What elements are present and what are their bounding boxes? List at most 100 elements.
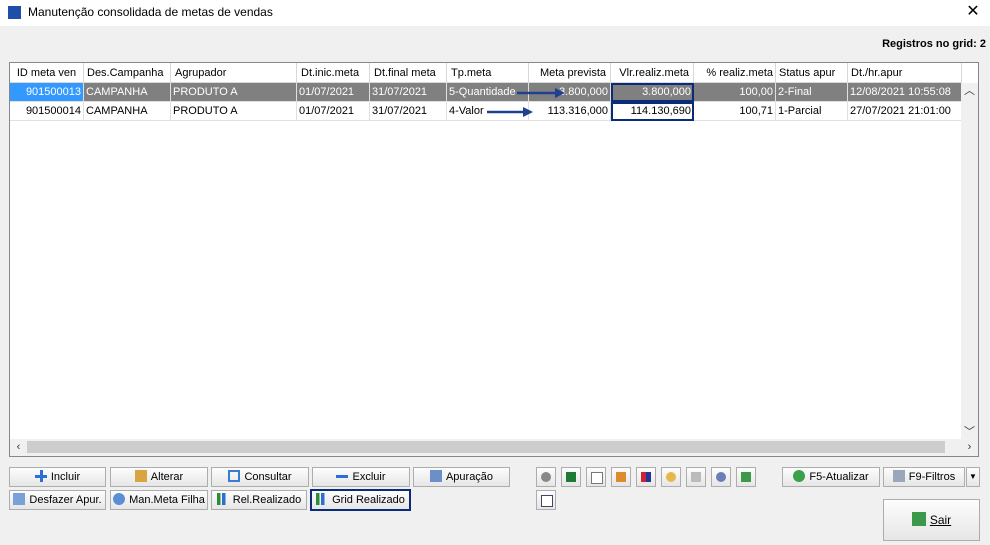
registros-count: Registros no grid: 2 <box>882 38 986 50</box>
cell-dt-final[interactable]: 31/07/2021 <box>370 83 447 102</box>
cell-meta-prevista[interactable]: 113.316,000 <box>529 102 611 121</box>
col-header-dt-inic[interactable]: Dt.inic.meta <box>297 63 370 83</box>
settings-icon <box>716 472 726 482</box>
exit-icon <box>911 512 926 526</box>
edit-icon <box>134 470 147 482</box>
horizontal-scrollbar[interactable]: ‹ › <box>10 439 978 456</box>
title-bar: Manutenção consolidada de metas de venda… <box>0 0 990 26</box>
man-meta-filha-button[interactable]: Man.Meta Filha <box>110 490 208 510</box>
app-icon <box>8 6 21 19</box>
col-header-tp-meta[interactable]: Tp.meta <box>447 63 529 83</box>
filtros-button[interactable]: F9-Filtros <box>883 467 965 487</box>
cell-status[interactable]: 1-Parcial <box>776 102 848 121</box>
columns-icon <box>641 472 651 482</box>
incluir-button[interactable]: Incluir <box>9 467 106 487</box>
atualizar-button[interactable]: F5-Atualizar <box>782 467 880 487</box>
annotation-arrow-icon <box>487 107 533 117</box>
scroll-right-icon[interactable]: › <box>961 439 978 456</box>
man-meta-filha-label: Man.Meta Filha <box>129 494 205 506</box>
col-header-dt-final[interactable]: Dt.final meta <box>370 63 447 83</box>
col-header-agrupador[interactable]: Agrupador <box>171 63 297 83</box>
col-header-status[interactable]: Status apur <box>776 63 848 83</box>
report-button[interactable] <box>611 467 631 487</box>
scroll-up-icon[interactable]: ︿ <box>961 83 978 100</box>
filter-icon <box>892 470 905 482</box>
cell-dt-apur[interactable]: 27/07/2021 21:01:00 <box>848 102 962 121</box>
undo-icon <box>13 493 26 505</box>
excel-icon <box>566 472 576 482</box>
cell-dt-final[interactable]: 31/07/2021 <box>370 102 447 121</box>
document-icon <box>591 472 603 484</box>
cell-dt-apur[interactable]: 12/08/2021 10:55:08 <box>848 83 962 102</box>
grid-realizado-button[interactable]: Grid Realizado <box>310 489 411 511</box>
cell-agrupador[interactable]: PRODUTO A <box>171 83 297 102</box>
columns-button[interactable] <box>636 467 656 487</box>
rel-realizado-button[interactable]: Rel.Realizado <box>211 490 307 510</box>
cell-campanha[interactable]: CAMPANHA <box>84 102 171 121</box>
chart-icon <box>316 493 329 505</box>
desfazer-apur-button[interactable]: Desfazer Apur. <box>9 490 106 510</box>
col-header-campanha[interactable]: Des.Campanha <box>84 63 171 83</box>
data-grid[interactable]: ID meta ven Des.Campanha Agrupador Dt.in… <box>9 62 979 457</box>
cell-pct-realiz[interactable]: 100,71 <box>694 102 776 121</box>
cell-id[interactable]: 901500014 <box>10 102 84 121</box>
incluir-label: Incluir <box>50 471 81 483</box>
checklist-button[interactable] <box>536 490 556 510</box>
minus-icon <box>336 470 349 482</box>
cell-id[interactable]: 901500013 <box>10 83 84 102</box>
col-header-meta-prevista[interactable]: Meta prevista <box>529 63 611 83</box>
excel-button[interactable] <box>561 467 581 487</box>
col-header-vlr-realiz[interactable]: Vlr.realiz.meta <box>611 63 694 83</box>
chevron-down-icon: ▼ <box>969 472 977 481</box>
document-button[interactable] <box>586 467 606 487</box>
sair-label: Sair <box>929 513 952 527</box>
annotation-arrow-icon <box>517 88 565 98</box>
chart-icon <box>216 493 229 505</box>
apuracao-label: Apuração <box>445 471 494 483</box>
checklist-icon <box>541 495 553 507</box>
export-icon <box>541 472 551 482</box>
palette-button[interactable] <box>661 467 681 487</box>
print-button[interactable] <box>686 467 706 487</box>
alterar-button[interactable]: Alterar <box>110 467 208 487</box>
plus-icon <box>34 470 47 482</box>
close-icon[interactable]: ✕ <box>962 1 984 23</box>
cell-pct-realiz[interactable]: 100,00 <box>694 83 776 102</box>
col-header-id[interactable]: ID meta ven <box>10 63 84 83</box>
print-icon <box>691 472 701 482</box>
settings-button[interactable] <box>711 467 731 487</box>
excluir-button[interactable]: Excluir <box>312 467 410 487</box>
consultar-button[interactable]: Consultar <box>211 467 309 487</box>
scroll-left-icon[interactable]: ‹ <box>10 439 27 456</box>
col-header-dt-apur[interactable]: Dt./hr.apur <box>848 63 962 83</box>
refresh-icon <box>113 493 126 505</box>
atualizar-label: F5-Atualizar <box>809 471 869 483</box>
cell-agrupador[interactable]: PRODUTO A <box>171 102 297 121</box>
excluir-label: Excluir <box>352 471 386 483</box>
palette-icon <box>666 472 676 482</box>
vertical-scrollbar[interactable]: ︿ ﹀ <box>961 83 978 441</box>
horizontal-scroll-thumb[interactable] <box>27 441 945 453</box>
report-icon <box>616 472 626 482</box>
cell-status[interactable]: 2-Final <box>776 83 848 102</box>
grid-realizado-label: Grid Realizado <box>332 494 405 506</box>
sair-button[interactable]: Sair <box>883 499 980 541</box>
cell-dt-inic[interactable]: 01/07/2021 <box>297 83 370 102</box>
alterar-label: Alterar <box>150 471 184 483</box>
search-icon <box>228 470 241 482</box>
desfazer-label: Desfazer Apur. <box>29 494 102 506</box>
cell-campanha[interactable]: CAMPANHA <box>84 83 171 102</box>
apuracao-button[interactable]: Apuração <box>413 467 510 487</box>
refresh-icon <box>793 470 806 482</box>
cell-vlr-realiz[interactable]: 3.800,000 <box>611 83 694 102</box>
consultar-label: Consultar <box>244 471 292 483</box>
cell-vlr-realiz[interactable]: 114.130,690 <box>611 102 694 121</box>
cell-dt-inic[interactable]: 01/07/2021 <box>297 102 370 121</box>
export-button[interactable] <box>536 467 556 487</box>
download-icon <box>741 472 751 482</box>
download-button[interactable] <box>736 467 756 487</box>
filtros-dropdown-button[interactable]: ▼ <box>966 467 980 487</box>
filtros-label: F9-Filtros <box>908 471 956 483</box>
rel-realizado-label: Rel.Realizado <box>232 494 302 506</box>
col-header-pct-realiz[interactable]: % realiz.meta <box>694 63 776 83</box>
